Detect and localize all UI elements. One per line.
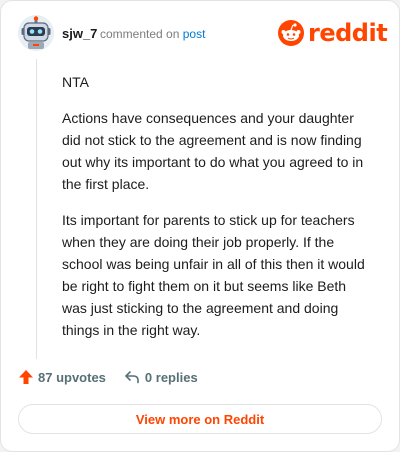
comment-body: NTA Actions have consequences and your d… xyxy=(62,71,374,355)
upvote-count: 87 upvotes xyxy=(38,369,106,385)
avatar[interactable] xyxy=(18,15,54,51)
upvote-button[interactable]: 87 upvotes xyxy=(18,369,106,385)
reddit-wordmark: reddit xyxy=(308,19,388,47)
comment-paragraph: Its important for parents to stick up fo… xyxy=(62,212,365,338)
reddit-snoo-icon xyxy=(278,20,304,46)
comment-action-text: commented on xyxy=(100,27,180,41)
comment-username[interactable]: sjw_7 xyxy=(62,26,97,42)
post-link[interactable]: post xyxy=(183,27,206,41)
reddit-logo[interactable]: reddit xyxy=(278,19,388,47)
view-more-button[interactable]: View more on Reddit xyxy=(18,404,382,434)
upvote-arrow-icon xyxy=(19,370,33,384)
robot-avatar-icon xyxy=(18,15,54,51)
replies-count: 0 replies xyxy=(144,369,198,385)
comment-card: sjw_7 commented on post reddit NTA Actio… xyxy=(0,0,400,452)
replies-button[interactable]: 0 replies xyxy=(124,369,198,385)
comment-paragraph: Actions have consequences and your daugh… xyxy=(62,110,364,192)
comment-paragraph: NTA xyxy=(62,74,89,90)
thread-line[interactable] xyxy=(36,59,37,359)
reply-arrow-icon xyxy=(125,371,139,384)
comment-actions: 87 upvotes 0 replies xyxy=(18,369,198,385)
comment-meta: commented on post xyxy=(100,26,205,42)
